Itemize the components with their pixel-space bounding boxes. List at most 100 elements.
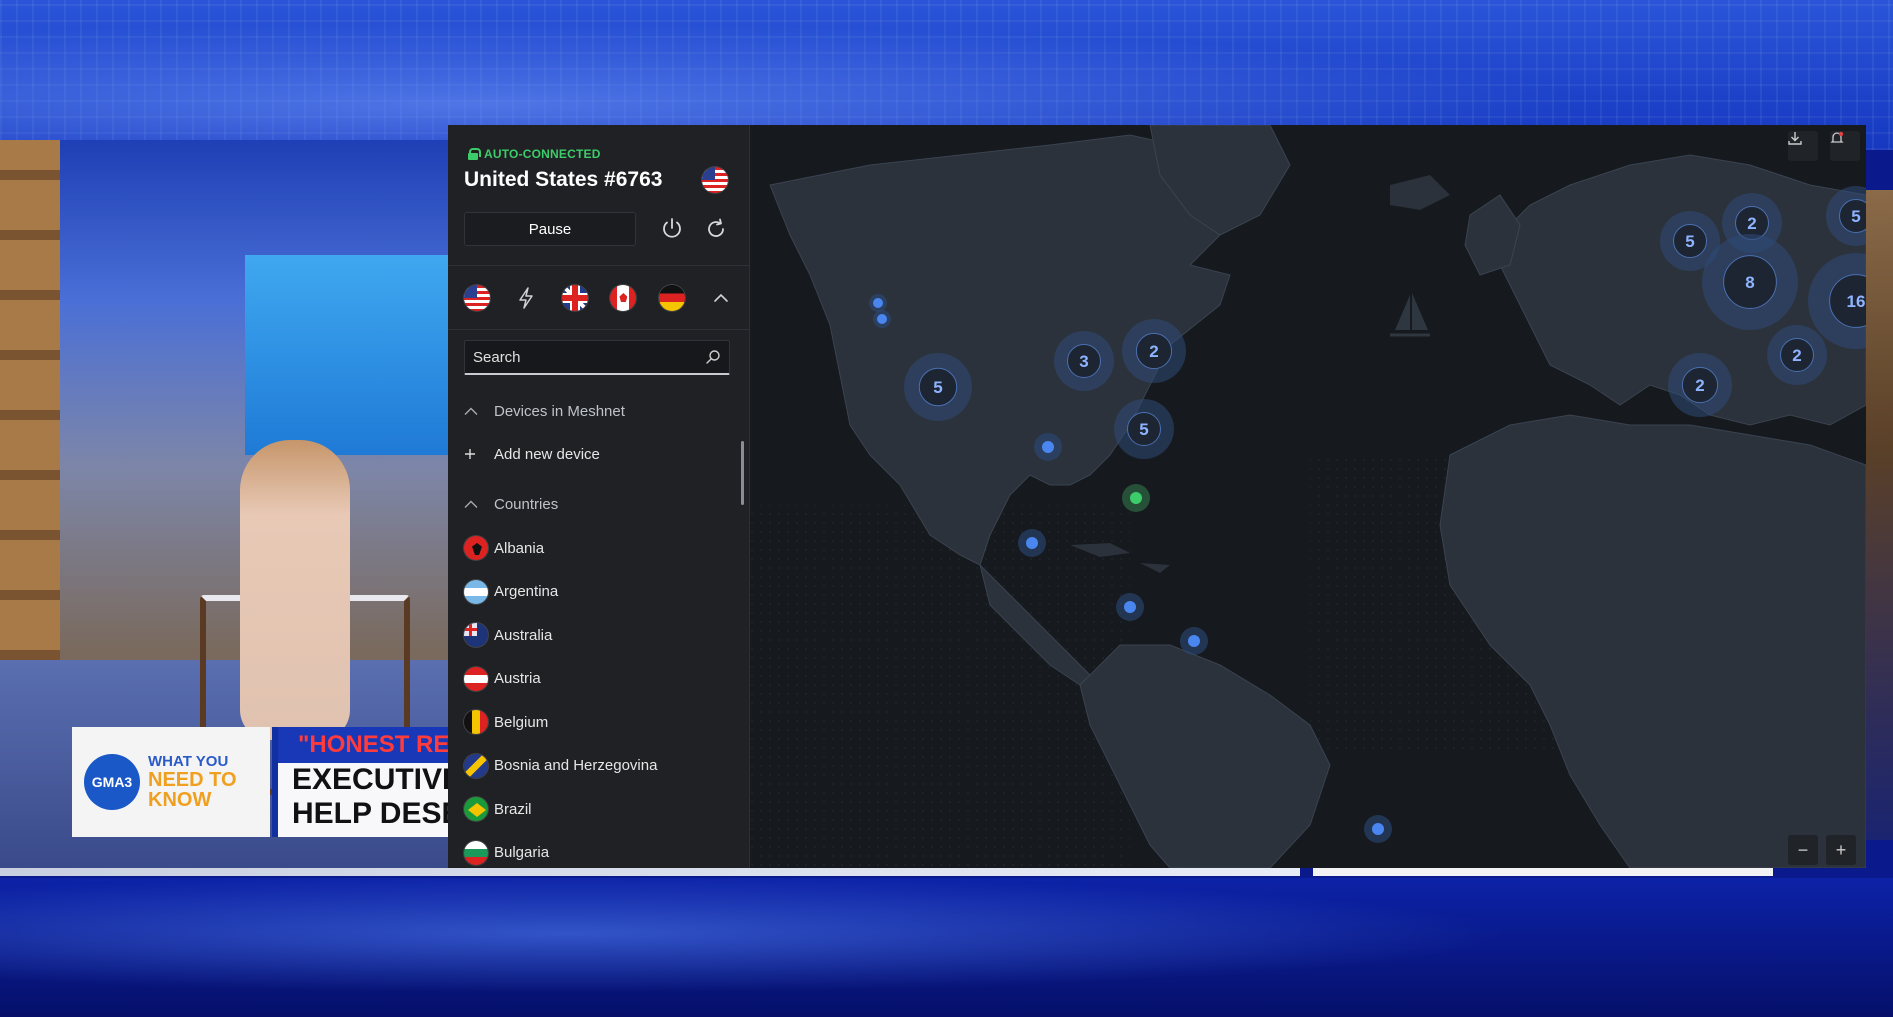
country-item[interactable]: Albania [464, 533, 734, 563]
cluster-count: 5 [1851, 207, 1860, 226]
cluster-count: 2 [1792, 346, 1801, 365]
ba-flag-icon [464, 753, 488, 778]
countries-section-label: Countries [494, 495, 559, 513]
sidebar: AUTO-CONNECTED United States #6763 Pause [448, 125, 750, 868]
cluster-count: 5 [1139, 420, 1148, 439]
plus-icon [465, 449, 475, 459]
server-cluster[interactable]: 2 [1122, 319, 1186, 383]
cluster-count: 16 [1847, 292, 1866, 311]
cluster-count: 5 [933, 378, 942, 397]
canada-flag-icon [610, 285, 637, 311]
cluster-count: 2 [1695, 376, 1704, 395]
background-bottom [0, 878, 1893, 1017]
headline-line1: EXECUTIVE PR [292, 763, 448, 796]
country-name: Bulgaria [494, 844, 550, 861]
quick-connect-uk[interactable] [561, 285, 588, 311]
country-name: Albania [494, 539, 545, 557]
download-icon[interactable] [1788, 131, 1818, 161]
headline-quote: "HONEST REN [278, 727, 448, 763]
headline-panel: "HONEST REN EXECUTIVE PR HELP DESERVI [272, 727, 448, 837]
add-new-device-label: Add new device [494, 445, 600, 463]
lightning-icon [519, 287, 533, 309]
search-field[interactable] [464, 340, 730, 375]
divider [448, 329, 750, 330]
server-cluster[interactable]: 2 [1668, 353, 1732, 417]
search-input[interactable] [473, 348, 705, 366]
vpn-app-window: AUTO-CONNECTED United States #6763 Pause [448, 125, 1866, 868]
br-flag-icon [464, 797, 488, 821]
us-flag-icon [702, 167, 728, 193]
segment-title: WHAT YOU NEED TO KNOW [148, 753, 237, 811]
server-cluster[interactable]: 5 [904, 353, 972, 421]
country-item[interactable]: Bulgaria [464, 838, 734, 868]
country-item[interactable]: Brazil [464, 794, 734, 824]
country-name: Bosnia and Herzegovina [494, 757, 658, 774]
connection-status: AUTO-CONNECTED [468, 147, 601, 161]
country-name: Argentina [494, 583, 559, 600]
zoom-out-button[interactable]: − [1788, 835, 1818, 865]
quick-connect-fastest[interactable] [513, 285, 539, 311]
collapse-quick-connect[interactable] [708, 285, 734, 311]
country-item[interactable]: Argentina [464, 577, 734, 607]
au-flag-icon [464, 623, 488, 647]
background-right-edge [1865, 190, 1893, 840]
connection-status-label: AUTO-CONNECTED [484, 147, 601, 161]
world-map[interactable]: 5 3 2 5 2 5 8 5 16 2 2 − + [750, 125, 1866, 868]
us-flag-icon [464, 285, 490, 311]
quick-connect-canada[interactable] [610, 285, 637, 311]
search-icon[interactable] [705, 349, 721, 365]
meshnet-section-label: Devices in Meshnet [494, 402, 625, 420]
segment-title-line2: NEED TO [148, 769, 237, 791]
countries-section-header[interactable]: Countries [464, 489, 734, 519]
server-cluster[interactable]: 2 [1767, 325, 1827, 385]
quick-connect-us[interactable] [464, 285, 490, 311]
map-canvas: 5 3 2 5 2 5 8 5 16 2 2 [750, 125, 1866, 868]
presenter [240, 440, 350, 740]
segment-title-line1: WHAT YOU [148, 753, 229, 770]
country-item[interactable]: Belgium [464, 707, 734, 737]
chevron-up-icon [464, 407, 478, 415]
al-flag-icon [464, 536, 488, 560]
headline-line2: HELP DESERVI [292, 797, 448, 830]
cluster-count: 8 [1745, 273, 1754, 292]
country-name: Australia [494, 626, 553, 644]
server-cluster[interactable]: 8 [1702, 234, 1798, 330]
cluster-count: 2 [1149, 342, 1158, 361]
disconnect-power-icon[interactable] [660, 217, 684, 241]
divider [448, 265, 750, 266]
cluster-count: 2 [1747, 214, 1756, 233]
add-new-device-button[interactable]: Add new device [464, 439, 734, 469]
country-item[interactable]: Australia [464, 620, 734, 650]
server-cluster[interactable]: 5 [1114, 399, 1174, 459]
lock-icon [468, 148, 481, 160]
background-strip [0, 868, 1300, 876]
tv-lower-third: GMA3 WHAT YOU NEED TO KNOW "HONEST REN E… [72, 727, 448, 837]
gma-logo: GMA3 [84, 754, 140, 810]
cluster-count: 3 [1079, 352, 1088, 371]
zoom-in-button[interactable]: + [1826, 835, 1856, 865]
meshnet-section-header[interactable]: Devices in Meshnet [464, 396, 734, 426]
uk-flag-icon [561, 285, 588, 311]
ar-flag-icon [464, 579, 488, 604]
pause-button[interactable]: Pause [464, 212, 636, 246]
be-flag-icon [464, 710, 488, 734]
server-cluster[interactable]: 3 [1054, 331, 1114, 391]
sidebar-scrollbar[interactable] [741, 441, 744, 505]
chevron-up-icon [714, 293, 728, 302]
country-item[interactable]: Austria [464, 664, 734, 694]
country-name: Austria [494, 670, 541, 687]
server-name: United States #6763 [464, 168, 663, 191]
quick-connect-germany[interactable] [659, 285, 686, 311]
studio-screen [245, 255, 448, 455]
country-item[interactable]: Bosnia and Herzegovina [464, 751, 734, 781]
at-flag-icon [464, 666, 488, 691]
bg-flag-icon [464, 840, 488, 865]
refresh-icon[interactable] [704, 217, 728, 241]
country-name: Brazil [494, 800, 532, 818]
show-badge: GMA3 WHAT YOU NEED TO KNOW [72, 727, 270, 837]
cluster-count: 5 [1685, 232, 1694, 251]
country-name: Belgium [494, 713, 549, 731]
chevron-up-icon [464, 500, 478, 508]
notifications-bell-icon[interactable] [1830, 131, 1860, 161]
studio-bookshelf [0, 140, 60, 660]
